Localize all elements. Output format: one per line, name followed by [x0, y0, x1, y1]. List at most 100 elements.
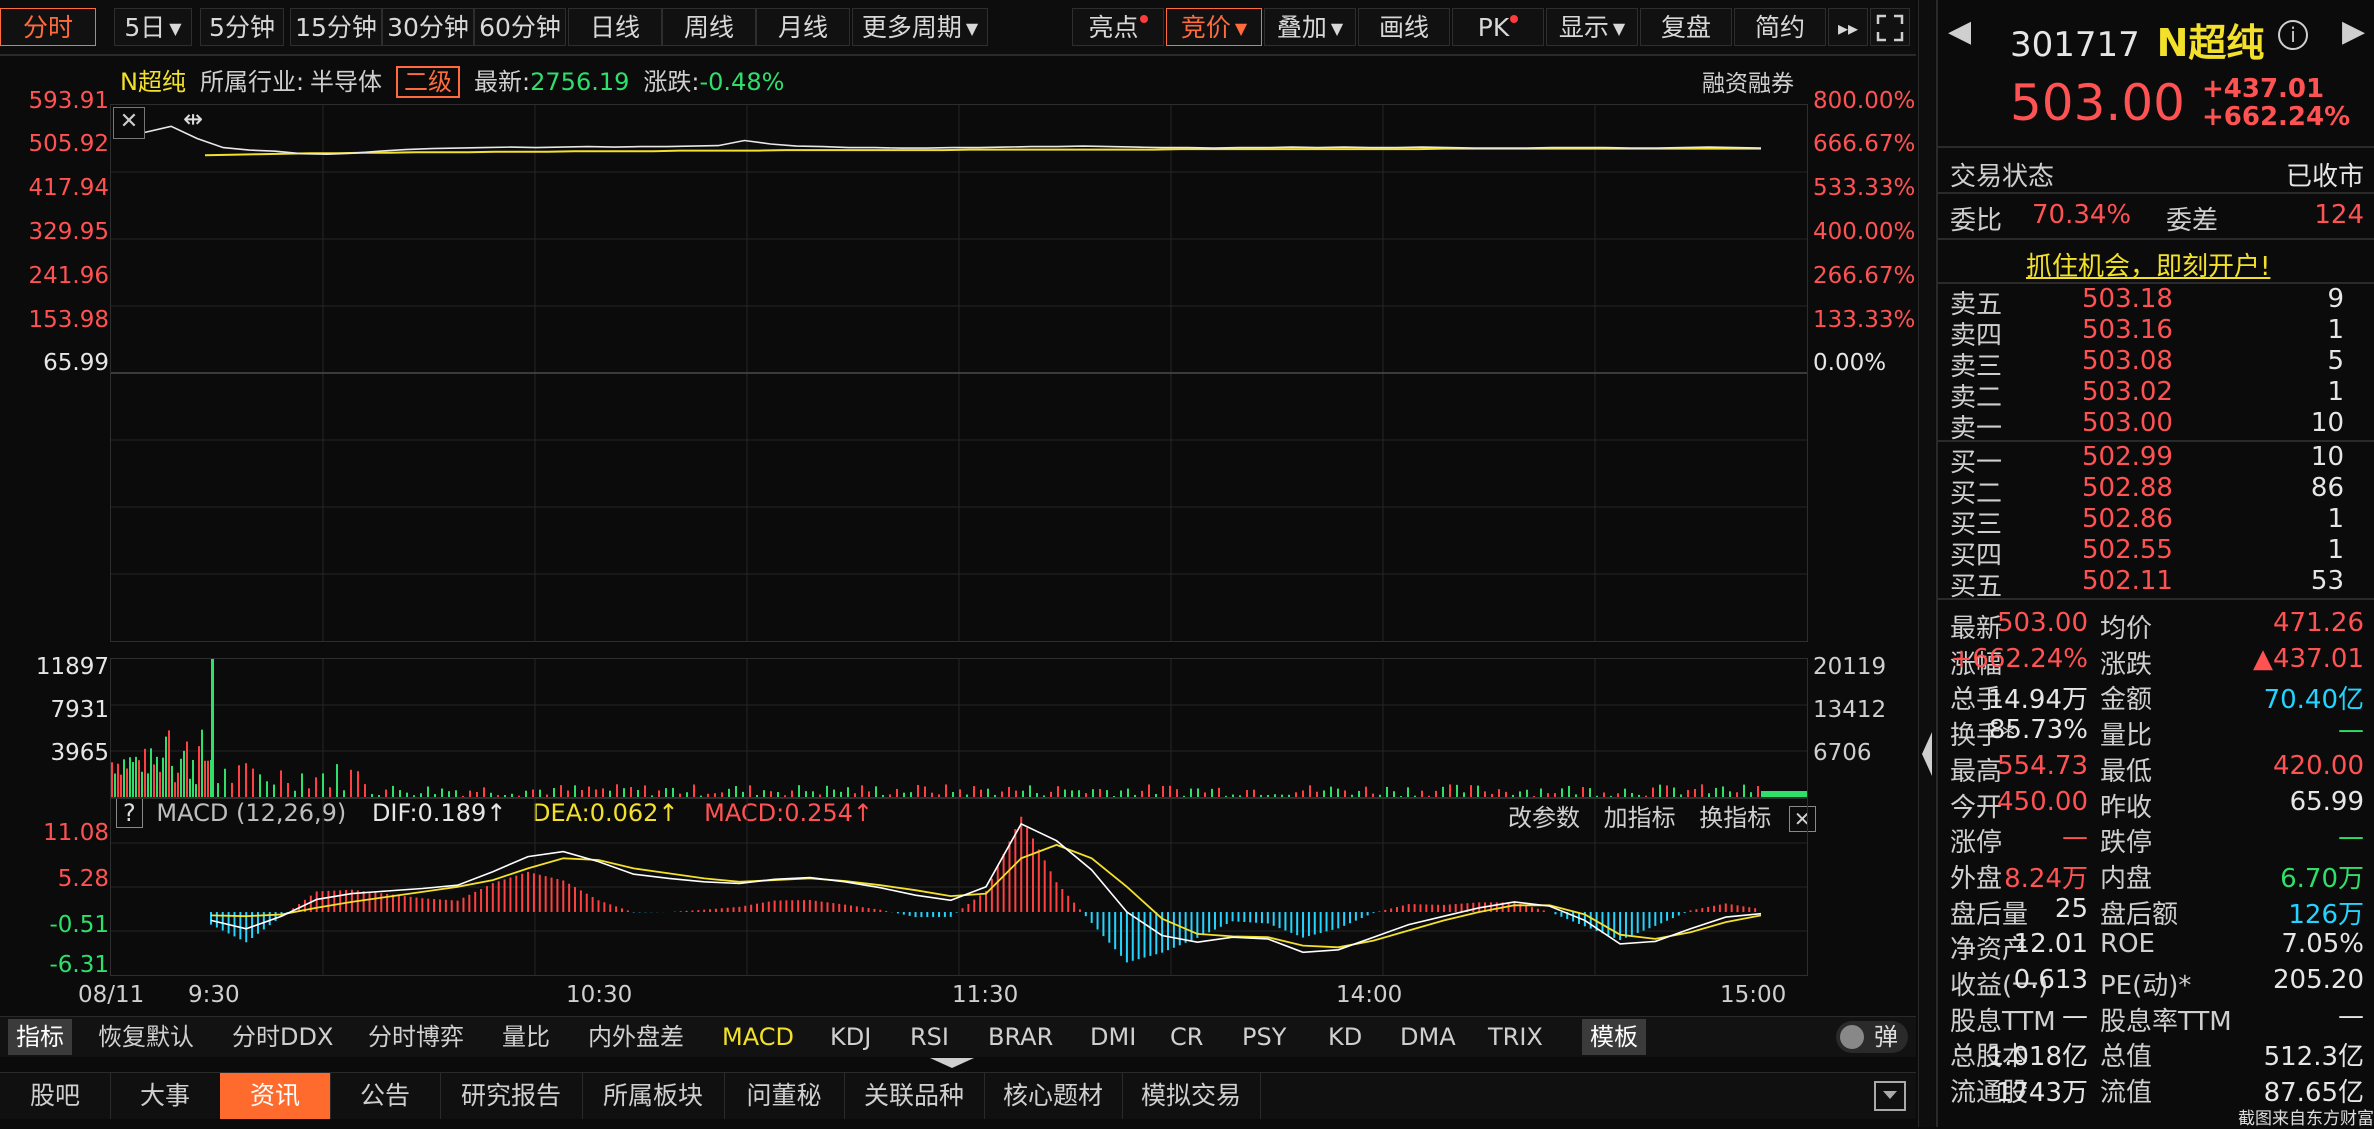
volume-bar — [198, 746, 200, 797]
trading-status-row: 交易状态 已收市 — [1950, 156, 2366, 192]
pk-button[interactable]: PK — [1452, 8, 1544, 46]
indicator-item[interactable]: 内外盘差 — [588, 1019, 684, 1055]
margin-trading-link[interactable]: 融资融券 — [1702, 64, 1794, 98]
bottom-tab[interactable]: 股吧 — [0, 1073, 111, 1119]
source-note: 截图来自东方财富 — [2238, 1109, 2374, 1129]
level-badge[interactable]: 二级 — [396, 66, 461, 98]
indicator-item[interactable]: RSI — [910, 1019, 949, 1055]
resize-horizontal-icon[interactable]: ⇹ — [183, 105, 203, 133]
bottom-tab[interactable]: 模拟交易 — [1122, 1073, 1261, 1119]
stats-row: 换手* 85.73% 量比 — — [1950, 715, 2366, 751]
volume-bar — [1610, 795, 1612, 797]
bottom-tab[interactable]: 研究报告 — [440, 1073, 583, 1119]
indicator-item[interactable]: 恢复默认 — [98, 1019, 194, 1055]
bottom-tab[interactable]: 问董秘 — [724, 1073, 845, 1119]
replay-button[interactable]: 复盘 — [1640, 8, 1732, 46]
indicator-item[interactable]: 分时博弈 — [368, 1019, 464, 1055]
volume-bar — [1316, 791, 1318, 797]
volume-bar — [1162, 785, 1164, 797]
stat-value: 65.99 — [2289, 786, 2364, 817]
indicator-item[interactable]: DMA — [1400, 1019, 1456, 1055]
indicator-item[interactable]: BRAR — [988, 1019, 1053, 1055]
time-tick: 08/11 — [78, 982, 145, 1008]
volume-chart-panel[interactable] — [110, 658, 1808, 798]
indicator-item[interactable]: 量比 — [502, 1019, 550, 1055]
indicator-item[interactable]: 指标 — [8, 1019, 72, 1055]
level-price: 503.00 — [2082, 408, 2173, 438]
expand-icon[interactable] — [1870, 8, 1910, 46]
close-icon[interactable]: ✕ — [113, 107, 145, 139]
volume-bar — [1295, 792, 1297, 797]
order-book-row: 买二 502.88 86 — [1950, 473, 2366, 509]
bottom-tab[interactable]: 大事 — [110, 1073, 221, 1119]
indicator-item[interactable]: KDJ — [830, 1019, 871, 1055]
volume-bar — [812, 791, 814, 797]
indicator-item[interactable]: PSY — [1242, 1019, 1286, 1055]
bottom-tab[interactable]: 所属板块 — [582, 1073, 725, 1119]
bottom-tab[interactable]: 公告 — [330, 1073, 441, 1119]
display-dropdown[interactable]: 显示 ▼ — [1546, 8, 1638, 46]
volume-bar — [714, 793, 716, 797]
indicator-item[interactable]: TRIX — [1488, 1019, 1543, 1055]
bottom-tab[interactable]: 关联品种 — [844, 1073, 985, 1119]
indicator-item[interactable]: KD — [1328, 1019, 1362, 1055]
volume-bar — [1008, 786, 1010, 797]
indicator-item[interactable]: 模板 — [1582, 1019, 1646, 1055]
highlight-button[interactable]: 亮点 — [1072, 8, 1164, 46]
volume-bar — [1505, 791, 1507, 797]
period-5day-tab[interactable]: 5日 ▼ — [114, 8, 192, 46]
indicator-item[interactable]: DMI — [1090, 1019, 1136, 1055]
volume-bar — [462, 795, 464, 797]
price-tick-right: 533.33% — [1813, 175, 1916, 201]
overlay-dropdown[interactable]: 叠加 ▼ — [1264, 8, 1356, 46]
volume-bar — [1519, 791, 1521, 797]
period-intraday-tab[interactable]: 分时 — [0, 8, 96, 46]
period-5min-tab[interactable]: 5分钟 — [200, 8, 284, 46]
period-daily-tab[interactable]: 日线 — [568, 8, 662, 46]
volume-bar — [959, 789, 961, 797]
quote-panel: ◀ 301717 N超纯 i ▶ 503.00 +437.01 +662.24%… — [1936, 0, 2374, 1129]
period-30min-tab[interactable]: 30分钟 — [382, 8, 474, 46]
period-weekly-tab[interactable]: 周线 — [662, 8, 756, 46]
prev-stock-icon[interactable]: ◀ — [1948, 14, 1971, 49]
industry-value[interactable]: 半导体 — [310, 68, 382, 96]
indicator-item[interactable]: CR — [1170, 1019, 1203, 1055]
volume-bar — [1421, 790, 1423, 797]
simple-mode-button[interactable]: 简约 — [1734, 8, 1826, 46]
volume-bar — [882, 794, 884, 797]
stat-label: 今开 — [1950, 792, 2003, 823]
volume-bar — [574, 785, 576, 797]
next-stock-icon[interactable]: ▶ — [2342, 14, 2365, 49]
info-icon[interactable]: i — [2278, 20, 2308, 50]
volume-bar — [174, 782, 176, 797]
bottom-tab[interactable]: 核心题材 — [984, 1073, 1123, 1119]
auction-dropdown[interactable]: 竞价 ▼ — [1166, 8, 1262, 46]
expand-left-arrow-icon[interactable] — [1922, 732, 1932, 776]
more-periods-dropdown[interactable]: 更多周期 ▼ — [852, 8, 988, 46]
volume-bar — [1729, 791, 1731, 797]
open-account-link[interactable]: 抓住机会，即刻开户! — [2026, 246, 2270, 283]
period-15min-tab[interactable]: 15分钟 — [290, 8, 382, 46]
caret-down-icon: ▼ — [965, 19, 979, 38]
stat-value: 70.40亿 — [2263, 685, 2364, 716]
bottom-tab[interactable]: 资讯 — [220, 1073, 331, 1119]
double-chevron-right-icon[interactable]: ▸▸ — [1828, 8, 1868, 46]
draw-line-button[interactable]: 画线 — [1358, 8, 1450, 46]
volume-bar — [165, 736, 167, 797]
indicator-item[interactable]: MACD — [722, 1019, 794, 1055]
volume-bar — [273, 784, 275, 797]
export-icon[interactable] — [1874, 1081, 1906, 1111]
macd-chart-panel[interactable] — [110, 798, 1808, 976]
panel-divider[interactable] — [1918, 0, 1935, 1127]
volume-bar — [189, 778, 191, 797]
level-price: 502.55 — [2082, 535, 2173, 565]
collapse-arrow-icon[interactable] — [930, 1058, 974, 1068]
period-60min-tab[interactable]: 60分钟 — [474, 8, 566, 46]
volume-bar — [1120, 790, 1122, 797]
order-book-row: 卖一 503.00 10 — [1950, 408, 2366, 444]
indicator-item[interactable]: 分时DDX — [232, 1019, 333, 1055]
price-chart-panel[interactable]: ✕ ⇹ — [110, 104, 1808, 642]
period-monthly-tab[interactable]: 月线 — [756, 8, 850, 46]
volume-bar — [217, 783, 219, 797]
popup-toggle[interactable]: 弹 — [1836, 1021, 1908, 1053]
